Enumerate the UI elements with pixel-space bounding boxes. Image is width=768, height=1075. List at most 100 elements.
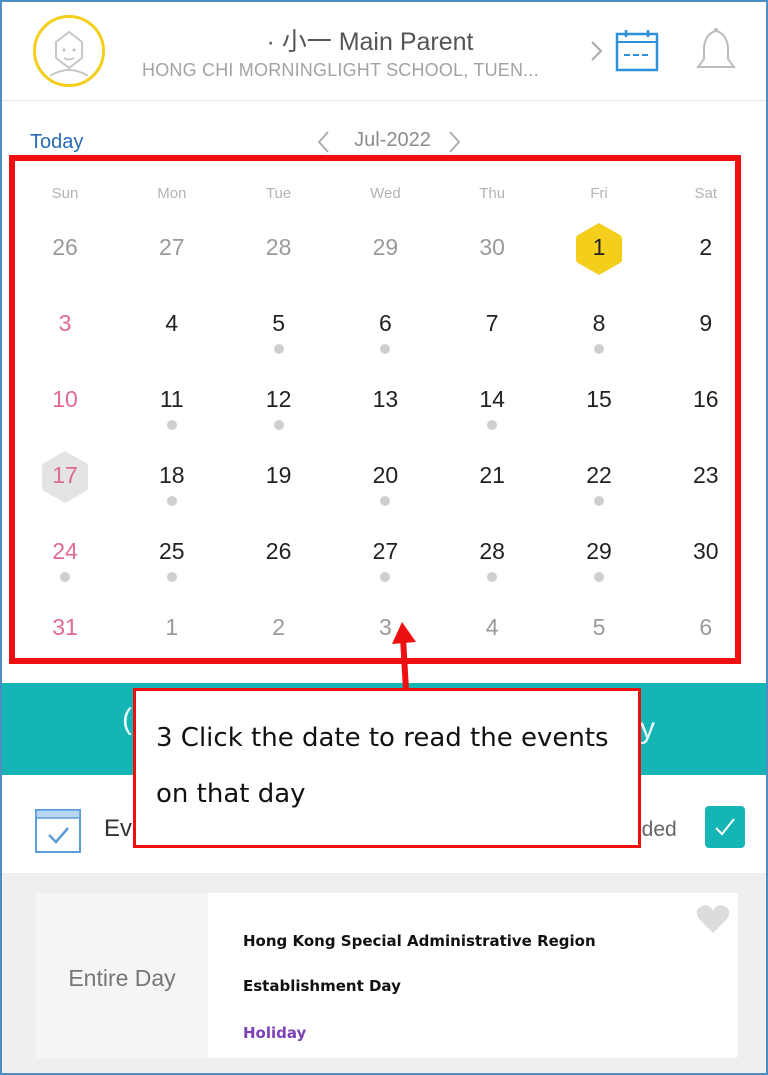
calendar-day[interactable]: 27: [335, 528, 435, 588]
calendar-day[interactable]: 6: [656, 604, 756, 664]
event-indicator-dot: [166, 496, 177, 506]
calendar-day[interactable]: 3: [15, 300, 115, 360]
calendar-day-number: 9: [699, 310, 713, 336]
calendar-day[interactable]: 21: [442, 452, 542, 512]
event-indicator-dot: [594, 496, 604, 506]
action-bar-text-left: (: [122, 703, 132, 736]
calendar-day[interactable]: 2: [656, 224, 756, 284]
calendar-day[interactable]: 25: [122, 528, 222, 588]
event-indicator-dot: [487, 572, 498, 582]
calendar-day[interactable]: 26: [15, 224, 115, 284]
callout-text-line1: 3 Click the date to read the events: [156, 723, 609, 753]
calendar-day-number: 16: [693, 386, 719, 412]
calendar-day[interactable]: 9: [656, 300, 756, 360]
chevron-left-icon[interactable]: [316, 130, 330, 154]
event-indicator-dot: [594, 572, 604, 582]
calendar-day-number: 20: [372, 462, 399, 488]
weekday-sun: Sun: [51, 185, 79, 202]
calendar-day[interactable]: 5: [229, 300, 329, 360]
calendar-day[interactable]: 6: [335, 300, 435, 360]
bell-icon[interactable]: [692, 27, 740, 75]
school-name[interactable]: HONG CHI MORNINGLIGHT SCHOOL, TUEN...: [142, 60, 592, 81]
calendar-day[interactable]: 17: [15, 451, 115, 512]
calendar-day-number: 7: [485, 310, 499, 336]
calendar-day[interactable]: 3: [335, 604, 435, 664]
parent-name[interactable]: · 小一 Main Parent: [150, 22, 590, 58]
today-link[interactable]: Today: [30, 131, 83, 154]
calendar-day[interactable]: 11: [122, 376, 222, 436]
calendar-day[interactable]: 28: [442, 528, 542, 588]
calendar-day-number: 26: [265, 538, 292, 564]
calendar-day-number: 15: [586, 386, 612, 412]
calendar-day-number: 18: [159, 462, 185, 488]
calendar-day[interactable]: 18: [122, 452, 222, 512]
calendar-day[interactable]: 28: [229, 224, 329, 284]
calendar-day[interactable]: 4: [442, 604, 542, 664]
calendar-day[interactable]: 20: [335, 452, 435, 512]
calendar-day[interactable]: 15: [549, 376, 649, 436]
calendar-day-number: 25: [159, 538, 185, 564]
calendar-day[interactable]: 22: [549, 452, 649, 512]
calendar-day[interactable]: 1: [549, 223, 649, 284]
calendar-day[interactable]: 29: [335, 224, 435, 284]
calendar-day-number: 4: [485, 614, 499, 640]
heart-icon[interactable]: [696, 904, 730, 934]
calendar-day-number: 27: [372, 538, 399, 564]
event-indicator-dot: [166, 420, 177, 430]
calendar-day[interactable]: 8: [549, 300, 649, 360]
calendar-day[interactable]: 30: [442, 224, 542, 284]
calendar-day-number: 29: [586, 538, 612, 564]
calendar-day-number: 3: [58, 310, 72, 336]
chevron-right-icon[interactable]: [448, 130, 462, 154]
calendar-icon[interactable]: [614, 27, 660, 73]
calendar-day[interactable]: 4: [122, 300, 222, 360]
event-title-continued: Establishment Day: [243, 977, 401, 995]
calendar-day-number: 26: [52, 234, 78, 260]
calendar-day[interactable]: 1: [122, 604, 222, 664]
annotation-arrow: [392, 622, 416, 691]
calendar-day-number: 6: [378, 310, 392, 336]
calendar-day-number: 30: [479, 234, 505, 260]
calendar-day[interactable]: 13: [335, 376, 435, 436]
calendar-day[interactable]: 31: [15, 604, 115, 664]
event-indicator-dot: [487, 420, 498, 430]
calendar-day[interactable]: 2: [229, 604, 329, 664]
weekday-thu: Thu: [479, 185, 506, 202]
calendar-day[interactable]: 16: [656, 376, 756, 436]
calendar-day-number: 12: [265, 386, 292, 412]
show-ended-checkbox[interactable]: [705, 806, 745, 848]
calendar-day-number: 6: [699, 614, 713, 640]
calendar-day[interactable]: 7: [442, 300, 542, 360]
calendar-day[interactable]: 10: [15, 376, 115, 436]
calendar-day-number: 29: [372, 234, 399, 260]
avatar[interactable]: [33, 15, 105, 87]
event-title: Hong Kong Special Administrative Region: [243, 932, 596, 950]
weekday-header: Sun Mon Tue Wed Thu Fri Sat: [12, 185, 760, 211]
app-header: · 小一 Main Parent HONG CHI MORNINGLIGHT S…: [0, 0, 768, 101]
calendar-day-number: 13: [372, 386, 399, 412]
calendar-day[interactable]: 29: [549, 528, 649, 588]
calendar-day-number: 10: [52, 386, 78, 412]
calendar-day-number: 14: [479, 386, 505, 412]
callout-text-line2: on that day: [156, 779, 306, 809]
calendar-day[interactable]: 30: [656, 528, 756, 588]
chevron-right-icon[interactable]: [590, 40, 604, 62]
event-indicator-dot: [273, 420, 284, 430]
calendar-day-number: 27: [159, 234, 185, 260]
events-label: Ev: [104, 815, 133, 842]
calendar-day[interactable]: 14: [442, 376, 542, 436]
calendar-day[interactable]: 26: [229, 528, 329, 588]
month-navigator: Jul-2022: [310, 126, 470, 158]
calendar-day[interactable]: 23: [656, 452, 756, 512]
month-label: Jul-2022: [354, 129, 431, 151]
calendar-day[interactable]: 24: [15, 528, 115, 588]
event-indicator-dot: [166, 572, 177, 582]
event-type: Holiday: [243, 1024, 307, 1042]
calendar-day[interactable]: 12: [229, 376, 329, 436]
calendar-day-number: 28: [479, 538, 505, 564]
calendar-day[interactable]: 19: [229, 452, 329, 512]
calendar-day[interactable]: 5: [549, 604, 649, 664]
event-indicator-dot: [380, 572, 391, 582]
calendar-day-number: 21: [479, 462, 505, 488]
calendar-day[interactable]: 27: [122, 224, 222, 284]
